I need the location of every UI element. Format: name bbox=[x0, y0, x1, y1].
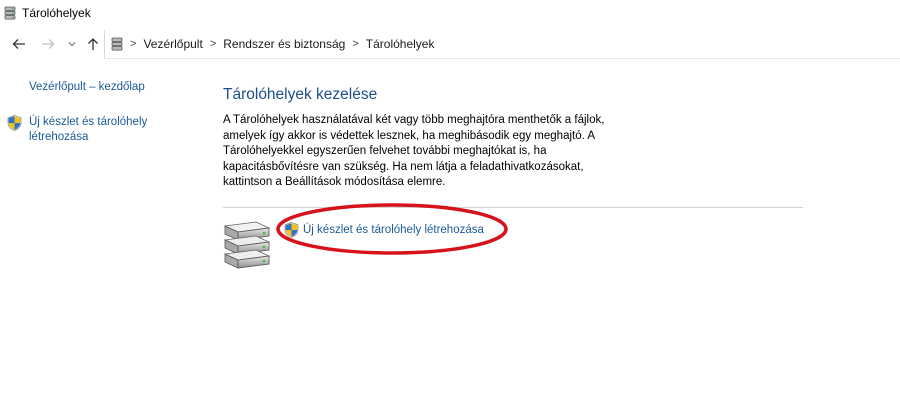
title-bar: Tárolóhelyek bbox=[0, 0, 900, 26]
divider bbox=[223, 207, 803, 208]
main-content: Tárolóhelyek kezelése A Tárolóhelyek has… bbox=[223, 86, 803, 208]
storage-spaces-icon bbox=[111, 37, 123, 51]
uac-shield-icon bbox=[284, 222, 299, 243]
navigation-bar: > Vezérlőpult > Rendszer és biztonság > … bbox=[0, 28, 900, 60]
description-text: A Tárolóhelyek használatával két vagy tö… bbox=[223, 114, 605, 188]
up-button[interactable] bbox=[83, 34, 103, 54]
breadcrumb-control-panel[interactable]: Vezérlőpult bbox=[143, 37, 202, 51]
breadcrumb-system-security[interactable]: Rendszer és biztonság bbox=[223, 37, 345, 51]
create-pool-main-link[interactable]: Új készlet és tárolóhely létrehozása bbox=[303, 224, 484, 236]
breadcrumb-storage-spaces[interactable]: Tárolóhelyek bbox=[366, 37, 435, 51]
create-pool-link[interactable]: Új készlet és tárolóhely létrehozása bbox=[29, 115, 179, 145]
back-button[interactable] bbox=[9, 34, 29, 54]
breadcrumb-separator: > bbox=[130, 38, 137, 50]
storage-spaces-icon bbox=[4, 6, 16, 20]
window-title: Tárolóhelyek bbox=[22, 6, 91, 20]
page-title: Tárolóhelyek kezelése bbox=[223, 86, 378, 103]
forward-button[interactable] bbox=[38, 34, 58, 54]
uac-shield-icon bbox=[7, 115, 22, 136]
arrow-up-icon bbox=[88, 38, 98, 50]
breadcrumb-separator[interactable]: > bbox=[210, 38, 216, 50]
arrow-left-icon bbox=[12, 39, 25, 49]
recent-locations-button[interactable] bbox=[62, 34, 82, 54]
chevron-down-icon bbox=[68, 42, 76, 47]
control-panel-home-link[interactable]: Vezérlőpult – kezdőlap bbox=[29, 80, 145, 95]
arrow-right-icon bbox=[42, 39, 55, 49]
storage-drives-icon bbox=[222, 220, 272, 270]
address-bar[interactable]: > Vezérlőpult > Rendszer és biztonság > … bbox=[104, 30, 900, 59]
breadcrumb-separator[interactable]: > bbox=[352, 38, 358, 50]
